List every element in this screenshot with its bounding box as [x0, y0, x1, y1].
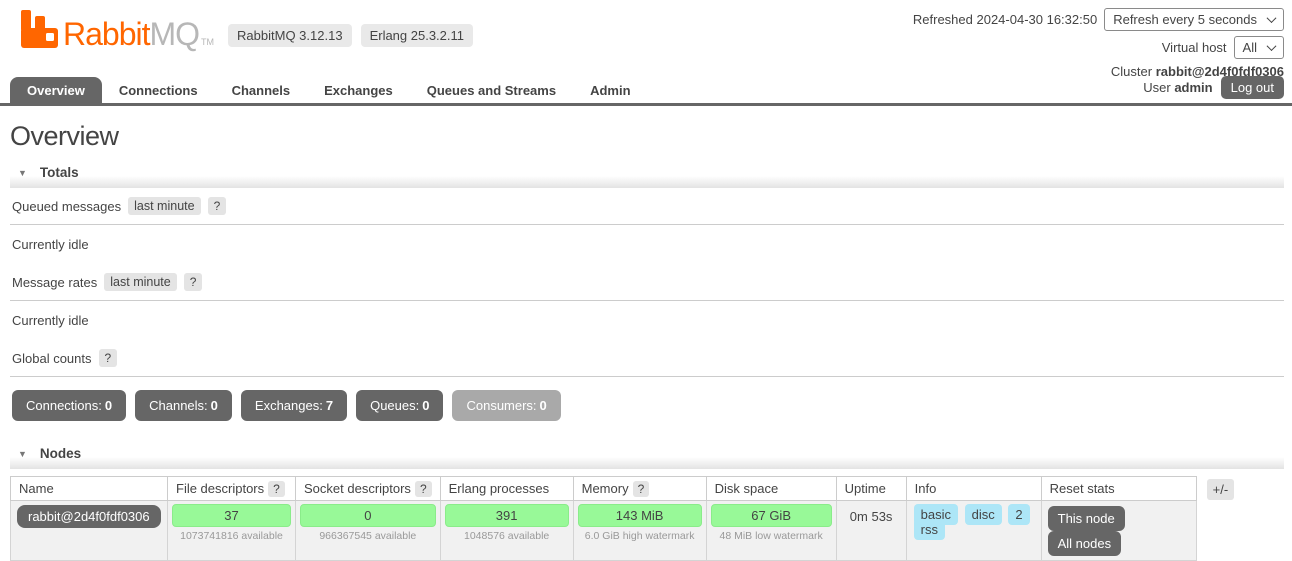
virtual-host-label: Virtual host	[1161, 40, 1227, 55]
chevron-down-icon	[1266, 41, 1277, 52]
queued-messages-help-icon[interactable]: ?	[207, 197, 227, 215]
memory-watermark: 6.0 GiB high watermark	[584, 530, 695, 542]
queued-messages-row: Queued messages last minute ?	[10, 188, 1284, 225]
tab-channels[interactable]: Channels	[215, 77, 308, 103]
brand-wordmark: RabbitMQ TM	[63, 16, 215, 52]
erlang-version-badge: Erlang 25.3.2.11	[360, 24, 474, 47]
refresh-interval-value: Refresh every 5 seconds	[1113, 12, 1257, 27]
rabbitmq-logo-icon	[21, 10, 58, 48]
tab-admin[interactable]: Admin	[573, 77, 647, 103]
collapse-triangle-icon[interactable]: ▼	[18, 449, 27, 459]
reset-stats-cell: This node All nodes	[1040, 500, 1197, 561]
cluster-name: rabbit@2d4f0fdf0306	[1155, 64, 1284, 79]
collapse-triangle-icon[interactable]: ▼	[18, 168, 27, 178]
disk-space-gauge: 67 GiB	[710, 504, 832, 527]
global-counts-label: Global counts	[12, 350, 92, 366]
info-tag-rss[interactable]: rss	[913, 519, 945, 540]
refreshed-timestamp: Refreshed 2024-04-30 16:32:50	[912, 12, 1098, 27]
totals-section-header[interactable]: ▼ Totals	[10, 161, 1284, 188]
table-header-row: Name File descriptors? Socket descriptor…	[10, 476, 1197, 501]
tab-queues-and-streams[interactable]: Queues and Streams	[410, 77, 573, 103]
queues-count-button[interactable]: Queues: 0	[356, 390, 444, 421]
chevron-down-icon	[1266, 13, 1277, 24]
help-icon[interactable]: ?	[632, 481, 650, 497]
message-rates-idle-text: Currently idle	[12, 313, 89, 328]
virtual-host-select[interactable]: All	[1233, 36, 1284, 59]
col-file-descriptors: File descriptors?	[167, 476, 296, 501]
info-cell: basic disc 2 rss	[905, 500, 1042, 561]
toggle-columns-button[interactable]: +/-	[1206, 479, 1235, 500]
col-disk-space: Disk space	[705, 476, 837, 501]
exchanges-count-button[interactable]: Exchanges: 7	[240, 390, 348, 421]
erlang-processes-cell: 391 1048576 available	[439, 500, 574, 561]
disk-space-watermark: 48 MiB low watermark	[719, 530, 823, 542]
file-descriptors-cell: 37 1073741816 available	[167, 500, 296, 561]
help-icon[interactable]: ?	[414, 481, 432, 497]
node-name-badge[interactable]: rabbit@2d4f0fdf0306	[17, 505, 161, 528]
tab-connections[interactable]: Connections	[102, 77, 215, 103]
socket-descriptors-available: 966367545 available	[319, 530, 417, 542]
virtual-host-value: All	[1242, 40, 1257, 55]
queued-messages-label: Queued messages	[12, 198, 122, 214]
message-rates-range-badge[interactable]: last minute	[104, 273, 177, 291]
cluster-info: Cluster rabbit@2d4f0fdf0306	[913, 64, 1284, 79]
tab-overview[interactable]: Overview	[10, 77, 102, 103]
erlang-processes-available: 1048576 available	[464, 530, 550, 542]
reset-this-node-button[interactable]: This node	[1047, 506, 1125, 531]
col-socket-descriptors: Socket descriptors?	[295, 476, 441, 501]
file-descriptors-gauge: 37	[172, 504, 291, 527]
global-counts-help-icon[interactable]: ?	[98, 349, 118, 367]
disk-space-cell: 67 GiB 48 MiB low watermark	[705, 500, 837, 561]
socket-descriptors-gauge: 0	[300, 504, 436, 527]
erlang-processes-gauge: 391	[444, 504, 569, 527]
queued-messages-idle-text: Currently idle	[12, 237, 89, 252]
top-bar: RabbitMQ TM RabbitMQ 3.12.13 Erlang 25.3.…	[0, 0, 1292, 79]
rabbitmq-logo[interactable]: RabbitMQ TM	[20, 8, 214, 50]
message-rates-help-icon[interactable]: ?	[183, 273, 203, 291]
global-count-buttons: Connections: 0 Channels: 0 Exchanges: 7 Que…	[12, 390, 1284, 421]
page-title: Overview	[10, 121, 119, 151]
queued-messages-range-badge[interactable]: last minute	[128, 197, 201, 215]
info-tag-disc[interactable]: disc	[964, 504, 1002, 525]
col-erlang-processes: Erlang processes	[439, 476, 574, 501]
nodes-table: Name File descriptors? Socket descriptor…	[10, 476, 1197, 561]
col-info: Info	[905, 476, 1042, 501]
message-rates-label: Message rates	[12, 274, 98, 290]
connections-count-button[interactable]: Connections: 0	[12, 390, 127, 421]
col-name: Name	[10, 476, 168, 501]
reset-all-nodes-button[interactable]: All nodes	[1047, 531, 1122, 556]
col-memory: Memory?	[572, 476, 707, 501]
main-content: Overview ▼ Totals Queued messages last m…	[0, 121, 1292, 561]
info-tag-cores[interactable]: 2	[1008, 504, 1030, 525]
memory-gauge: 143 MiB	[577, 504, 702, 527]
message-rates-row: Message rates last minute ?	[10, 264, 1284, 301]
consumers-count-button: Consumers: 0	[452, 390, 561, 421]
col-reset-stats: Reset stats	[1040, 476, 1197, 501]
memory-cell: 143 MiB 6.0 GiB high watermark	[572, 500, 707, 561]
totals-section-title: Totals	[39, 165, 79, 180]
socket-descriptors-cell: 0 966367545 available	[295, 500, 441, 561]
col-uptime: Uptime	[835, 476, 907, 501]
tab-exchanges[interactable]: Exchanges	[307, 77, 410, 103]
help-icon[interactable]: ?	[268, 481, 285, 497]
node-name-cell: rabbit@2d4f0fdf0306	[10, 500, 168, 561]
file-descriptors-available: 1073741816 available	[180, 530, 283, 542]
rabbitmq-version-badge: RabbitMQ 3.12.13	[228, 24, 352, 47]
nodes-section-header[interactable]: ▼ Nodes	[10, 442, 1284, 469]
cluster-label: Cluster	[1110, 64, 1153, 79]
channels-count-button[interactable]: Channels: 0	[135, 390, 232, 421]
refresh-interval-select[interactable]: Refresh every 5 seconds	[1104, 8, 1284, 31]
nodes-section-title: Nodes	[39, 446, 82, 461]
uptime-cell: 0m 53s	[835, 500, 907, 561]
node-row: rabbit@2d4f0fdf0306 37 1073741816 availa…	[10, 500, 1197, 561]
global-counts-row: Global counts ?	[10, 340, 1284, 377]
